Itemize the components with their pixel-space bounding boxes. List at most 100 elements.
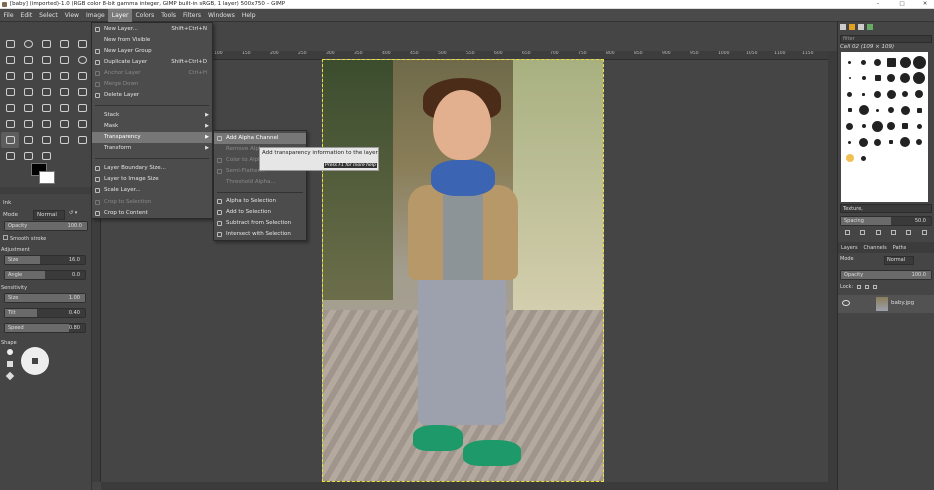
- gradient-tool-icon[interactable]: [1, 116, 19, 132]
- brush-preset-icon[interactable]: [884, 54, 898, 70]
- brush-preset-icon[interactable]: [843, 134, 857, 150]
- layer-opacity-slider[interactable]: Opacity 100.0: [840, 270, 932, 280]
- brush-preset-icon[interactable]: [857, 118, 871, 134]
- warp-tool-icon[interactable]: [19, 100, 37, 116]
- brush-preset-icon[interactable]: [912, 54, 926, 70]
- background-color-swatch[interactable]: [39, 171, 55, 184]
- paintbrush-tool-icon[interactable]: [37, 116, 55, 132]
- menu-view[interactable]: View: [61, 9, 82, 22]
- lock-position-icon[interactable]: [865, 285, 870, 289]
- blob-handle-icon[interactable]: [32, 358, 38, 364]
- brush-preset-icon[interactable]: [843, 150, 857, 166]
- menu-item-delete-layer[interactable]: Delete Layer: [92, 90, 212, 101]
- foreground-select-tool-icon[interactable]: [19, 52, 37, 68]
- zoom-tool-icon[interactable]: [73, 52, 91, 68]
- scale-tool-icon[interactable]: [19, 84, 37, 100]
- brush-preset-icon[interactable]: [912, 102, 926, 118]
- new-brush-icon[interactable]: [860, 230, 866, 235]
- cage-tool-icon[interactable]: [1, 100, 19, 116]
- lock-pixels-icon[interactable]: [857, 285, 862, 289]
- shape-diamond-icon[interactable]: [5, 371, 15, 381]
- brush-preset-icon[interactable]: [857, 70, 871, 86]
- menu-item-merge-down[interactable]: Merge Down: [92, 79, 212, 90]
- speed-slider[interactable]: Speed 0.80: [4, 323, 86, 333]
- brushes-tab-icon[interactable]: [840, 24, 846, 30]
- blob-editor[interactable]: [21, 347, 49, 375]
- scissors-tool-icon[interactable]: [1, 52, 19, 68]
- menu-help[interactable]: Help: [238, 9, 259, 22]
- brush-preset-icon[interactable]: [857, 86, 871, 102]
- checkbox-icon[interactable]: [3, 235, 8, 240]
- shear-tool-icon[interactable]: [37, 84, 55, 100]
- close-button[interactable]: ✕: [917, 0, 933, 9]
- rotate-tool-icon[interactable]: [1, 84, 19, 100]
- brush-preset-icon[interactable]: [843, 70, 857, 86]
- menu-item-transform[interactable]: Transform ▶: [92, 143, 212, 154]
- brush-preset-icon[interactable]: [898, 102, 912, 118]
- brush-preset-icon[interactable]: [857, 54, 871, 70]
- menu-select[interactable]: Select: [36, 9, 62, 22]
- brush-preset-icon[interactable]: [843, 54, 857, 70]
- eye-icon[interactable]: [842, 300, 850, 306]
- by-color-select-tool-icon[interactable]: [73, 36, 91, 52]
- menu-image[interactable]: Image: [82, 9, 108, 22]
- layer-mode-select[interactable]: Normal: [884, 256, 914, 265]
- brush-preset-icon[interactable]: [884, 102, 898, 118]
- fonts-tab-icon[interactable]: [858, 24, 864, 30]
- document-history-tab-icon[interactable]: [867, 24, 873, 30]
- text-tool-icon[interactable]: [55, 100, 73, 116]
- menu-item-mask[interactable]: Mask ▶: [92, 121, 212, 132]
- menu-item-new-layer-group[interactable]: New Layer Group: [92, 46, 212, 57]
- canvas-vertical-scrollbar[interactable]: [828, 51, 837, 490]
- menu-item-new-from-visible[interactable]: New from Visible: [92, 35, 212, 46]
- bucket-fill-tool-icon[interactable]: [73, 100, 91, 116]
- menu-item-crop-to-content[interactable]: Crop to Content: [92, 208, 212, 219]
- pencil-tool-icon[interactable]: [19, 116, 37, 132]
- open-as-image-icon[interactable]: [921, 230, 927, 235]
- clone-tool-icon[interactable]: [37, 132, 55, 148]
- edit-brush-icon[interactable]: [845, 230, 851, 235]
- menu-item-alpha-to-selection[interactable]: Alpha to Selection: [214, 196, 306, 207]
- refresh-brushes-icon[interactable]: [906, 230, 912, 235]
- menu-item-intersect-with-selection[interactable]: Intersect with Selection: [214, 229, 306, 240]
- brush-preset-icon[interactable]: [871, 102, 885, 118]
- menu-item-crop-to-selection[interactable]: Crop to Selection: [92, 197, 212, 208]
- smooth-stroke-checkbox[interactable]: Smooth stroke: [3, 235, 46, 242]
- brush-preset-icon[interactable]: [884, 70, 898, 86]
- heal-tool-icon[interactable]: [55, 132, 73, 148]
- fuzzy-select-tool-icon[interactable]: [55, 36, 73, 52]
- brush-preset-icon[interactable]: [912, 118, 926, 134]
- brush-preset-icon[interactable]: [898, 118, 912, 134]
- sensitivity-size-slider[interactable]: Size 1.00: [4, 293, 86, 303]
- move-tool-icon[interactable]: [19, 68, 37, 84]
- brush-preset-icon[interactable]: [912, 86, 926, 102]
- crop-tool-icon[interactable]: [55, 68, 73, 84]
- menu-layer[interactable]: Layer: [108, 8, 132, 22]
- measure-tool-icon[interactable]: [1, 68, 19, 84]
- brush-preset-icon[interactable]: [871, 70, 885, 86]
- duplicate-brush-icon[interactable]: [875, 230, 881, 235]
- brush-preset-icon[interactable]: [871, 86, 885, 102]
- menu-item-stack[interactable]: Stack ▶: [92, 110, 212, 121]
- angle-slider[interactable]: Angle 0.0: [4, 270, 86, 280]
- brush-preset-icon[interactable]: [843, 118, 857, 134]
- tab-paths[interactable]: Paths: [893, 245, 907, 251]
- brush-tag-input[interactable]: Texture,: [840, 204, 932, 213]
- brush-spacing-slider[interactable]: Spacing 50.0: [840, 216, 932, 226]
- brush-preset-icon[interactable]: [898, 54, 912, 70]
- brush-preset-icon[interactable]: [884, 134, 898, 150]
- menu-item-add-alpha-channel[interactable]: Add Alpha Channel: [214, 133, 306, 144]
- dodge-burn-tool-icon[interactable]: [37, 148, 55, 164]
- brush-grid[interactable]: [841, 52, 928, 202]
- menu-tools[interactable]: Tools: [158, 9, 180, 22]
- menu-item-add-to-selection[interactable]: Add to Selection: [214, 207, 306, 218]
- brush-preset-icon[interactable]: [843, 102, 857, 118]
- shape-square-icon[interactable]: [7, 361, 13, 367]
- image-canvas-photo[interactable]: [322, 59, 604, 482]
- free-select-tool-icon[interactable]: [37, 36, 55, 52]
- smudge-tool-icon[interactable]: [19, 148, 37, 164]
- ellipse-select-tool-icon[interactable]: [19, 36, 37, 52]
- brush-preset-icon[interactable]: [843, 86, 857, 102]
- tab-layers[interactable]: Layers: [841, 245, 858, 251]
- menu-item-anchor-layer[interactable]: Anchor Layer Ctrl+H: [92, 68, 212, 79]
